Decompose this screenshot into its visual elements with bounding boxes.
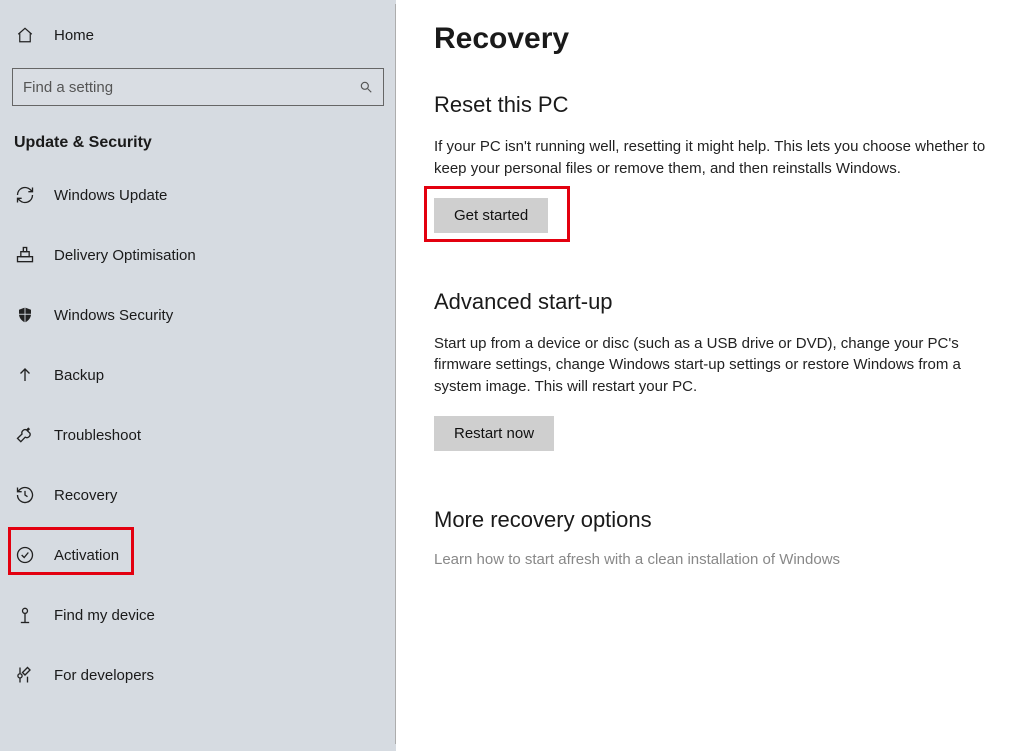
- restart-now-button[interactable]: Restart now: [434, 416, 554, 451]
- section-more: More recovery options Learn how to start…: [434, 507, 1012, 568]
- sync-icon: [14, 185, 36, 205]
- sidebar-item-for-developers[interactable]: For developers: [0, 650, 396, 700]
- main-content: Recovery Reset this PC If your PC isn't …: [396, 0, 1032, 751]
- sidebar-item-label: Windows Update: [54, 187, 167, 204]
- sidebar-item-label: Delivery Optimisation: [54, 247, 196, 264]
- sidebar-item-windows-security[interactable]: Windows Security: [0, 290, 396, 340]
- category-title: Update & Security: [0, 124, 396, 170]
- sidebar-item-delivery-optimisation[interactable]: Delivery Optimisation: [0, 230, 396, 280]
- search-input[interactable]: [23, 79, 359, 96]
- sidebar-item-home[interactable]: Home: [0, 14, 396, 62]
- sidebar-item-label: Troubleshoot: [54, 427, 141, 444]
- delivery-icon: [14, 245, 36, 265]
- sidebar: Home Update & Security Windows Update De…: [0, 0, 396, 751]
- search-icon: [359, 80, 373, 94]
- sidebar-item-label: Backup: [54, 367, 104, 384]
- sidebar-item-label: For developers: [54, 667, 154, 684]
- sidebar-item-windows-update[interactable]: Windows Update: [0, 170, 396, 220]
- history-icon: [14, 485, 36, 505]
- backup-icon: [14, 365, 36, 385]
- tools-icon: [14, 665, 36, 685]
- home-label: Home: [54, 27, 94, 44]
- reset-title: Reset this PC: [434, 92, 1012, 118]
- get-started-button[interactable]: Get started: [434, 198, 548, 233]
- page-title: Recovery: [434, 22, 1012, 56]
- more-title: More recovery options: [434, 507, 1012, 533]
- sidebar-item-label: Recovery: [54, 487, 117, 504]
- sidebar-item-activation[interactable]: Activation: [0, 530, 396, 580]
- sidebar-item-backup[interactable]: Backup: [0, 350, 396, 400]
- advanced-desc: Start up from a device or disc (such as …: [434, 333, 1012, 398]
- reset-desc: If your PC isn't running well, resetting…: [434, 136, 1012, 180]
- more-link[interactable]: Learn how to start afresh with a clean i…: [434, 551, 1012, 568]
- sidebar-item-label: Windows Security: [54, 307, 173, 324]
- check-circle-icon: [14, 545, 36, 565]
- section-advanced: Advanced start-up Start up from a device…: [434, 289, 1012, 451]
- advanced-title: Advanced start-up: [434, 289, 1012, 315]
- home-icon: [14, 26, 36, 44]
- search-box[interactable]: [12, 68, 384, 106]
- wrench-icon: [14, 425, 36, 445]
- sidebar-item-troubleshoot[interactable]: Troubleshoot: [0, 410, 396, 460]
- section-reset: Reset this PC If your PC isn't running w…: [434, 92, 1012, 233]
- shield-icon: [14, 305, 36, 325]
- sidebar-item-label: Activation: [54, 547, 119, 564]
- location-icon: [14, 605, 36, 625]
- sidebar-item-find-my-device[interactable]: Find my device: [0, 590, 396, 640]
- sidebar-item-label: Find my device: [54, 607, 155, 624]
- sidebar-item-recovery[interactable]: Recovery: [0, 470, 396, 520]
